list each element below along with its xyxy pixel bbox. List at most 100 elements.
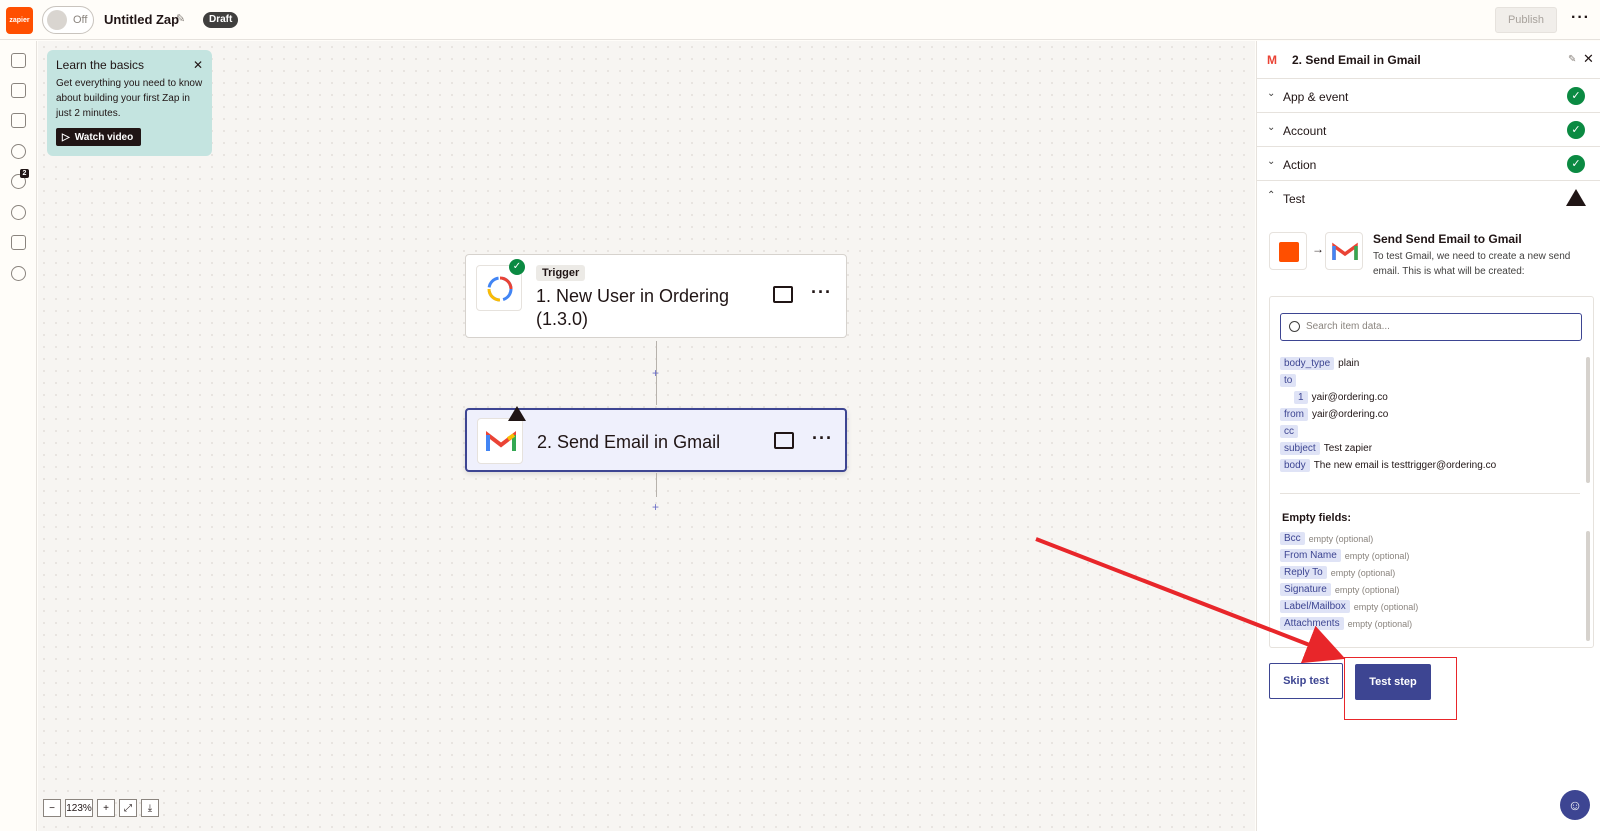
comment-icon[interactable] [774, 432, 794, 449]
field-row: body_type plain [1280, 357, 1359, 370]
test-description: To test Gmail, we need to create a new s… [1373, 251, 1571, 277]
section-action[interactable]: ⌄ Action ✓ [1257, 147, 1600, 181]
versions-icon[interactable] [11, 235, 26, 250]
zapier-app-icon [1269, 232, 1307, 270]
history-icon[interactable] [11, 144, 26, 159]
section-label: App & event [1283, 90, 1349, 104]
field-value: yair@ordering.co [1312, 409, 1389, 420]
edit-title-icon[interactable]: ✎ [176, 12, 185, 25]
draft-status-badge: Draft [203, 12, 239, 28]
section-test[interactable]: ⌃ Test [1257, 181, 1600, 215]
edit-icon[interactable]: ✎ [1568, 54, 1576, 65]
toggle-label: Off [73, 14, 88, 26]
check-icon: ✓ [1567, 155, 1585, 173]
search-input[interactable]: Search item data... [1280, 313, 1582, 341]
fit-view-icon[interactable]: ⤢ [119, 799, 137, 817]
field-key: cc [1280, 425, 1298, 438]
trigger-tag: Trigger [536, 265, 586, 281]
zap-on-off-toggle[interactable]: Off [42, 6, 94, 34]
field-row: cc [1280, 425, 1298, 438]
divider [1280, 493, 1580, 494]
zoom-out-button[interactable]: − [43, 799, 61, 817]
field-value: Test zapier [1323, 443, 1373, 454]
arrow-right-icon: → [1312, 242, 1324, 256]
help-chat-button[interactable]: ☺ [1560, 790, 1590, 820]
field-key: Signature [1280, 583, 1331, 596]
zapier-logo[interactable]: zapier [6, 7, 33, 34]
close-panel-icon[interactable]: ✕ [1583, 51, 1594, 67]
zoom-level: 123% [65, 799, 93, 817]
trigger-step-card[interactable]: ✓ Trigger 1. New User in Ordering (1.3.0… [465, 254, 847, 338]
field-row: subject Test zapier [1280, 442, 1372, 455]
zap-title[interactable]: Untitled Zap [104, 12, 179, 27]
more-options-icon[interactable]: ··· [1571, 9, 1590, 27]
field-value: plain [1338, 358, 1360, 369]
empty-field-row: Bcc empty (optional) [1280, 532, 1373, 545]
step-menu-icon[interactable]: ··· [812, 428, 833, 449]
field-row: 1 yair@ordering.co [1294, 391, 1388, 404]
play-icon: ▷ [62, 131, 70, 143]
skip-test-button[interactable]: Skip test [1269, 663, 1343, 699]
empty-field-row: Signature empty (optional) [1280, 583, 1399, 596]
chevron-down-icon: ⌄ [1267, 122, 1276, 133]
check-icon: ✓ [1567, 121, 1585, 139]
step-title: 1. New User in Ordering [536, 286, 730, 306]
field-key: subject [1280, 442, 1320, 455]
field-key: from [1280, 408, 1308, 421]
test-data-box: Search item data... body_type plain to 1… [1269, 296, 1594, 648]
left-sidebar: 2 [0, 41, 37, 831]
top-bar: zapier Off Untitled Zap ✎ Draft Publish … [0, 0, 1600, 40]
empty-field-row: Label/Mailbox empty (optional) [1280, 600, 1418, 613]
settings-icon[interactable] [11, 205, 26, 220]
chevron-up-icon: ⌃ [1267, 190, 1276, 201]
field-row: to [1280, 374, 1297, 387]
learn-body: Get everything you need to know about bu… [56, 78, 203, 119]
field-value: empty (optional) [1347, 618, 1413, 629]
search-icon [1289, 321, 1300, 332]
field-key: From Name [1280, 549, 1341, 562]
step-menu-icon[interactable]: ··· [811, 282, 832, 303]
gmail-icon: M [1267, 53, 1277, 67]
comment-icon[interactable] [773, 286, 793, 303]
gmail-app-icon [1325, 232, 1363, 270]
help-icon[interactable] [11, 266, 26, 281]
file-icon[interactable] [11, 83, 26, 98]
section-label: Action [1283, 158, 1317, 172]
field-key: Label/Mailbox [1280, 600, 1350, 613]
test-heading: Send Send Email to Gmail [1373, 232, 1522, 246]
field-key: 1 [1294, 391, 1308, 404]
zoom-controls: − 123% + ⤢ ⤓ [43, 799, 159, 817]
field-key: body_type [1280, 357, 1335, 370]
learn-title: Learn the basics [56, 58, 145, 72]
annotation-highlight-box [1344, 657, 1457, 720]
add-step-icon[interactable]: + [652, 500, 659, 514]
step-warning-icon [508, 406, 526, 421]
section-account[interactable]: ⌄ Account ✓ [1257, 113, 1600, 147]
zoom-in-button[interactable]: + [97, 799, 115, 817]
apps-icon[interactable] [11, 53, 26, 68]
action-step-card[interactable]: 2. Send Email in Gmail ··· [465, 406, 847, 472]
section-app-event[interactable]: ⌄ App & event ✓ [1257, 79, 1600, 113]
watch-video-button[interactable]: ▷ Watch video [56, 128, 142, 146]
field-value: The new email is testtrigger@ordering.co [1313, 460, 1497, 471]
scrollbar[interactable] [1586, 357, 1590, 483]
field-row: from yair@ordering.co [1280, 408, 1388, 421]
scrollbar[interactable] [1586, 531, 1590, 641]
field-value: empty (optional) [1353, 601, 1419, 612]
panel-header: M 2. Send Email in Gmail ✎ ✕ [1257, 41, 1600, 79]
step-subtitle: (1.3.0) [536, 309, 589, 329]
section-label: Account [1283, 124, 1327, 138]
add-step-icon[interactable]: + [652, 366, 659, 380]
download-icon[interactable]: ⤓ [141, 799, 159, 817]
field-key: Bcc [1280, 532, 1305, 545]
empty-field-row: Attachments empty (optional) [1280, 617, 1412, 630]
section-label: Test [1283, 192, 1306, 206]
learn-basics-card: Learn the basics ✕ Get everything you ne… [47, 50, 212, 156]
empty-fields-title: Empty fields: [1282, 512, 1352, 524]
field-value: empty (optional) [1308, 533, 1374, 544]
close-icon[interactable]: ✕ [193, 58, 203, 72]
warning-icon [1566, 189, 1586, 206]
comment-icon[interactable] [11, 113, 26, 128]
chevron-down-icon: ⌄ [1267, 156, 1276, 167]
publish-button[interactable]: Publish [1495, 7, 1557, 33]
